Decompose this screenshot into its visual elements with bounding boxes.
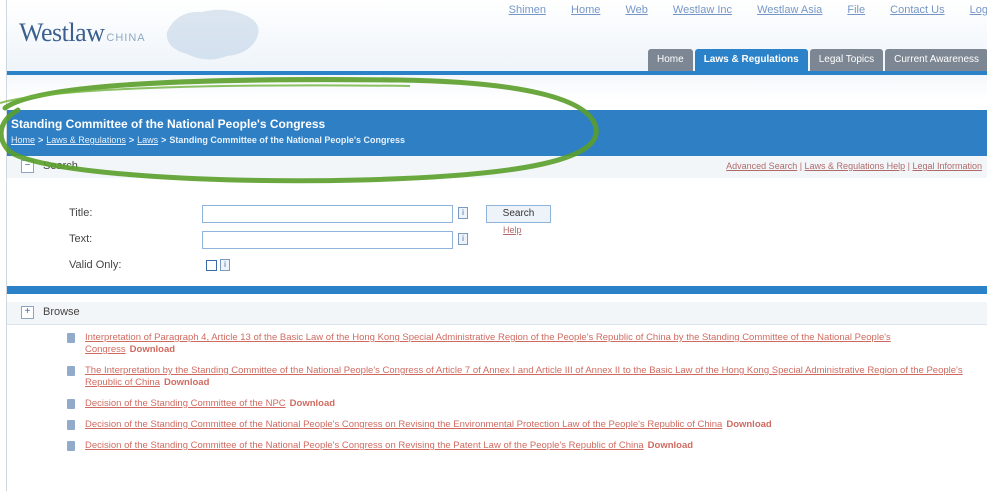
tab-laws-regulations[interactable]: Laws & Regulations xyxy=(694,49,808,71)
util-link-3[interactable]: Web xyxy=(625,4,647,16)
list-item[interactable]: The Interpretation by the Standing Commi… xyxy=(67,365,972,389)
download-link[interactable]: Download xyxy=(130,344,175,355)
document-icon xyxy=(67,441,75,451)
search-panel-body xyxy=(7,178,987,286)
tab-current-awareness[interactable]: Current Awareness xyxy=(885,49,987,71)
list-item[interactable]: Decision of the Standing Committee of th… xyxy=(67,398,972,410)
valid-only-checkbox[interactable] xyxy=(206,260,217,271)
tab-legal-topics[interactable]: Legal Topics xyxy=(809,49,884,71)
title-input[interactable] xyxy=(202,205,453,223)
search-panel-header: − Search Advanced Search | Laws & Regula… xyxy=(7,156,987,179)
download-link[interactable]: Download xyxy=(164,377,209,388)
text-label: Text: xyxy=(69,233,93,245)
browse-list: Interpretation of Paragraph 4, Article 1… xyxy=(67,332,972,461)
law-link[interactable]: The Interpretation by the Standing Commi… xyxy=(85,365,963,388)
logo-text: Westlaw xyxy=(19,18,105,47)
advanced-search-link[interactable]: Advanced Search xyxy=(726,161,797,171)
law-link[interactable]: Decision of the Standing Committee of th… xyxy=(85,398,286,409)
china-map-watermark xyxy=(166,9,259,60)
util-link-1[interactable]: Shimen xyxy=(509,4,546,16)
law-link[interactable]: Interpretation of Paragraph 4, Article 1… xyxy=(85,332,891,355)
list-item[interactable]: Decision of the Standing Committee of th… xyxy=(67,440,972,452)
logo-sub: CHINA xyxy=(106,32,146,44)
tab-home[interactable]: Home xyxy=(648,49,693,71)
browse-panel-title: Browse xyxy=(43,306,80,318)
laws-help-link[interactable]: Laws & Regulations Help xyxy=(805,161,906,171)
valid-only-label: Valid Only: xyxy=(69,259,122,271)
breadcrumb-laws[interactable]: Laws xyxy=(137,135,158,145)
document-icon xyxy=(67,366,75,376)
document-icon xyxy=(67,399,75,409)
subheader-strip xyxy=(7,75,987,99)
law-link[interactable]: Decision of the Standing Committee of th… xyxy=(85,419,722,430)
browse-panel-header: + Browse xyxy=(7,302,987,325)
law-link[interactable]: Decision of the Standing Committee of th… xyxy=(85,440,644,451)
search-button[interactable]: Search xyxy=(486,205,551,223)
page-title-banner: Standing Committee of the National Peopl… xyxy=(7,110,987,156)
text-input[interactable] xyxy=(202,231,453,249)
legal-info-link[interactable]: Legal Information xyxy=(912,161,982,171)
page-title: Standing Committee of the National Peopl… xyxy=(11,117,326,131)
search-panel-title: Search xyxy=(43,160,78,172)
util-link-7[interactable]: Contact Us xyxy=(890,4,944,16)
utility-links: Shimen Home Web Westlaw Inc Westlaw Asia… xyxy=(487,4,987,16)
util-link-5[interactable]: Westlaw Asia xyxy=(757,4,822,16)
search-panel-bottom-bar xyxy=(7,286,987,294)
westlaw-logo[interactable]: Westlaw CHINA xyxy=(19,18,146,48)
main-tabs: Home Laws & Regulations Legal Topics Cur… xyxy=(646,49,987,71)
list-item[interactable]: Decision of the Standing Committee of th… xyxy=(67,419,972,431)
util-link-4[interactable]: Westlaw Inc xyxy=(673,4,732,16)
valid-info-icon[interactable]: i xyxy=(220,259,230,271)
breadcrumb: Home > Laws & Regulations > Laws > Standing Co… xyxy=(11,135,406,145)
title-info-icon[interactable]: i xyxy=(458,207,468,219)
breadcrumb-home[interactable]: Home xyxy=(11,135,35,145)
list-item[interactable]: Interpretation of Paragraph 4, Article 1… xyxy=(67,332,972,356)
help-link[interactable]: Help xyxy=(503,225,522,235)
util-link-6[interactable]: File xyxy=(847,4,865,16)
util-link-8[interactable]: Log xyxy=(970,4,987,16)
document-icon xyxy=(67,333,75,343)
document-icon xyxy=(67,420,75,430)
site-header: Westlaw CHINA Shimen Home Web Westlaw Inc… xyxy=(7,0,987,72)
browse-expand-toggle[interactable]: + xyxy=(21,306,34,319)
util-link-2[interactable]: Home xyxy=(571,4,600,16)
search-panel-links: Advanced Search | Laws & Regulations Hel… xyxy=(726,161,982,171)
download-link[interactable]: Download xyxy=(726,419,771,430)
page-frame: Westlaw CHINA Shimen Home Web Westlaw Inc… xyxy=(6,0,987,491)
search-collapse-toggle[interactable]: − xyxy=(21,160,34,173)
text-info-icon[interactable]: i xyxy=(458,233,468,245)
breadcrumb-laws-regulations[interactable]: Laws & Regulations xyxy=(46,135,126,145)
download-link[interactable]: Download xyxy=(648,440,693,451)
breadcrumb-current: Standing Committee of the National Peopl… xyxy=(169,135,406,145)
title-label: Title: xyxy=(69,207,93,219)
download-link[interactable]: Download xyxy=(290,398,335,409)
